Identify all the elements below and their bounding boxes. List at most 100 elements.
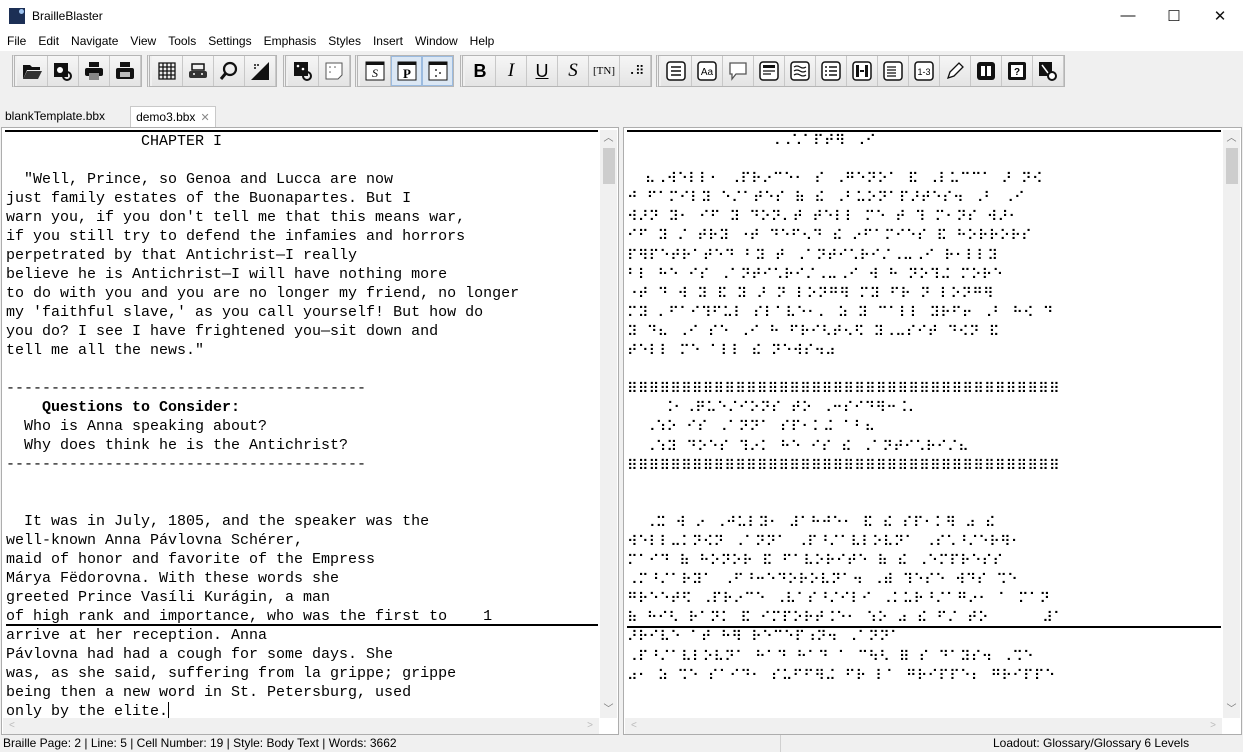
convert-button[interactable]: [1033, 56, 1064, 86]
menu-insert[interactable]: Insert: [367, 34, 409, 48]
scroll-left-icon[interactable]: <: [631, 718, 637, 734]
braille-text-area[interactable]: ⠠⠠⠡⠁⠏⠞⠻ ⠠⠊ ⠦⠠⠺⠑⠇⠇⠂ ⠠⠏⠗⠔⠉⠑⠂ ⠎ ⠠⠛⠑⠝⠕⠁ ⠯ ⠠⠇…: [627, 130, 1221, 718]
close-button[interactable]: ✕: [1197, 0, 1243, 31]
line-text: ⠠⠍⠘⠌⠁⠗⠽⠁ ⠠⠋⠘⠒⠑⠙⠕⠗⠕⠧⠝⠁⠲ ⠠⠾ ⠹⠑⠎⠑ ⠺⠙⠎ ⠩⠑: [627, 572, 1018, 589]
menu-navigate[interactable]: Navigate: [65, 34, 124, 48]
braille-vertical-scrollbar[interactable]: ︿ ﹀: [1223, 130, 1240, 718]
close-tab-icon[interactable]: ✕: [200, 112, 209, 124]
poetry-button[interactable]: [785, 56, 816, 86]
scroll-left-icon[interactable]: <: [9, 718, 15, 734]
scroll-thumb[interactable]: [603, 148, 615, 184]
menu-help[interactable]: Help: [464, 34, 501, 48]
text-line: [627, 151, 1221, 170]
menu-tools[interactable]: Tools: [162, 34, 202, 48]
text-line: CHAPTER I: [6, 132, 598, 151]
menu-settings[interactable]: Settings: [202, 34, 257, 48]
open-button[interactable]: [17, 56, 48, 86]
braille-text[interactable]: ⠠⠠⠡⠁⠏⠞⠻ ⠠⠊ ⠦⠠⠺⠑⠇⠇⠂ ⠠⠏⠗⠔⠉⠑⠂ ⠎ ⠠⠛⠑⠝⠕⠁ ⠯ ⠠⠇…: [627, 132, 1221, 686]
translate-button[interactable]: [245, 56, 276, 86]
line-text: Questions to Consider:: [6, 399, 241, 416]
script-button[interactable]: S: [558, 56, 589, 86]
print-button[interactable]: [79, 56, 110, 86]
text-line: [627, 476, 1221, 495]
tab-demo3[interactable]: demo3.bbx ✕: [130, 106, 216, 127]
menu-styles[interactable]: Styles: [322, 34, 367, 48]
braille-page-button[interactable]: [319, 56, 350, 86]
glossary-button[interactable]: [971, 56, 1002, 86]
convert-icon: [1039, 62, 1057, 81]
line-text: ⠊⠋ ⠽ ⠌ ⠞⠗⠽ ⠐⠞ ⠙⠑⠋⠢⠙ ⠮ ⠔⠋⠁⠍⠊⠑⠎ ⠯ ⠓⠕⠗⠗⠕⠗⠎: [627, 228, 1032, 245]
six-key-button[interactable]: S: [360, 56, 391, 86]
menu-file[interactable]: File: [1, 34, 32, 48]
text-line: was, as she said, suffering from la grip…: [6, 664, 598, 683]
scroll-right-icon[interactable]: >: [1210, 718, 1216, 734]
line-text: greeted Prince Vasíli Kurágin, a man: [6, 589, 331, 606]
menu-edit[interactable]: Edit: [32, 34, 65, 48]
bold-button[interactable]: B: [465, 56, 496, 86]
line-text: you do? I see I have frightened you—sit …: [6, 323, 439, 340]
braille-horizontal-scrollbar[interactable]: < >: [625, 718, 1222, 734]
print-text-area[interactable]: CHAPTER I "Well, Prince, so Genoa and Lu…: [5, 130, 598, 718]
scroll-thumb[interactable]: [1226, 148, 1238, 184]
transcriber-note-button[interactable]: [TN]: [589, 56, 620, 86]
text-line: Márya Fëdorovna. With these words she: [6, 569, 598, 588]
print-horizontal-scrollbar[interactable]: < >: [3, 718, 599, 734]
emboss-button[interactable]: [110, 56, 141, 86]
find-icon: [219, 61, 238, 80]
line-text: ⠺⠜⠝ ⠽⠂ ⠊⠋ ⠽ ⠙⠕⠝⠄⠞ ⠞⠑⠇⠇ ⠍⠑ ⠞ ⠹ ⠍⠂⠝⠎ ⠺⠜⠂: [627, 209, 1020, 226]
scroll-up-icon[interactable]: ︿: [1223, 130, 1240, 147]
save-button[interactable]: [48, 56, 79, 86]
print-icon: [85, 62, 103, 80]
text-line: ⠺⠜⠝ ⠽⠂ ⠊⠋ ⠽ ⠙⠕⠝⠄⠞ ⠞⠑⠇⠇ ⠍⠑ ⠞ ⠹ ⠍⠂⠝⠎ ⠺⠜⠂: [627, 208, 1221, 227]
print-view-button[interactable]: P: [391, 56, 422, 86]
list-button[interactable]: [661, 56, 692, 86]
edit-button[interactable]: [940, 56, 971, 86]
menu-view[interactable]: View: [124, 34, 162, 48]
comment-button[interactable]: [723, 56, 754, 86]
page-range-button[interactable]: 1-3: [909, 56, 940, 86]
table-button[interactable]: [847, 56, 878, 86]
menu-window[interactable]: Window: [409, 34, 464, 48]
numbered-list-button[interactable]: [816, 56, 847, 86]
help-button[interactable]: ?: [1002, 56, 1033, 86]
toolbar-group-styles: Aa 1-3 ?: [656, 55, 1065, 87]
line-text: ----------------------------------------: [6, 456, 367, 473]
scroll-up-icon[interactable]: ︿: [600, 130, 617, 147]
menu-emphasis[interactable]: Emphasis: [258, 34, 323, 48]
line-text: only by the elite.: [6, 703, 169, 718]
line-text: being then a new word in St. Petersburg,…: [6, 684, 412, 701]
heading-icon: [759, 61, 779, 81]
close-icon: ✕: [1213, 7, 1227, 25]
minimize-button[interactable]: —: [1105, 0, 1151, 31]
text-line: ⠿⠿⠿⠿⠿⠿⠿⠿⠿⠿⠿⠿⠿⠿⠿⠿⠿⠿⠿⠿⠿⠿⠿⠿⠿⠿⠿⠿⠿⠿⠿⠿⠿⠿⠿⠿⠿⠿⠿⠿: [627, 380, 1221, 399]
text-line: being then a new word in St. Petersburg,…: [6, 683, 598, 702]
maximize-button[interactable]: ☐: [1151, 0, 1197, 31]
italic-button[interactable]: I: [496, 56, 527, 86]
scroll-right-icon[interactable]: >: [587, 718, 593, 734]
line-text: was, as she said, suffering from la grip…: [6, 665, 457, 682]
line-text: to do with you and you are no longer my …: [6, 285, 520, 302]
font-style-button[interactable]: Aa: [692, 56, 723, 86]
grid-button[interactable]: [152, 56, 183, 86]
transcriber-note-icon: [TN]: [593, 65, 615, 77]
text-line: ⠠⠭ ⠺ ⠔ ⠠⠚⠥⠇⠽⠂ ⠼⠁⠓⠚⠑⠂ ⠯ ⠮ ⠎⠏⠂⠅⠻ ⠴ ⠮: [627, 514, 1221, 533]
line-text: tell me all the news.": [6, 342, 205, 359]
find-button[interactable]: [214, 56, 245, 86]
line-text: It was in July, 1805, and the speaker wa…: [6, 513, 430, 530]
braille-symbols-button[interactable]: ⠠⠿: [620, 56, 651, 86]
scroll-down-icon[interactable]: ﹀: [600, 701, 617, 718]
braille-preview-button[interactable]: [183, 56, 214, 86]
text-line: ⠠⠱⠽ ⠙⠕⠑⠎ ⠹⠔⠅ ⠓⠑ ⠊⠎ ⠮ ⠠⠁⠝⠞⠊⠡⠗⠊⠌⠦: [627, 438, 1221, 457]
scroll-down-icon[interactable]: ﹀: [1223, 701, 1240, 718]
list-icon: [666, 61, 686, 81]
line-text: arrive at her reception. Anna: [6, 627, 268, 644]
text-line: ⠍⠁⠊⠙ ⠷ ⠓⠕⠝⠕⠗ ⠯ ⠋⠁⠧⠕⠗⠊⠞⠑ ⠷ ⠮ ⠠⠑⠍⠏⠗⠑⠎⠎: [627, 552, 1221, 571]
underline-button[interactable]: U: [527, 56, 558, 86]
print-text[interactable]: CHAPTER I "Well, Prince, so Genoa and Lu…: [5, 132, 598, 718]
heading-button[interactable]: [754, 56, 785, 86]
print-vertical-scrollbar[interactable]: ︿ ﹀: [600, 130, 617, 718]
refresh-translation-button[interactable]: [288, 56, 319, 86]
tab-blank-template[interactable]: blankTemplate.bbx: [0, 106, 110, 127]
line-numbers-button[interactable]: [878, 56, 909, 86]
braille-view-button[interactable]: [422, 56, 453, 86]
